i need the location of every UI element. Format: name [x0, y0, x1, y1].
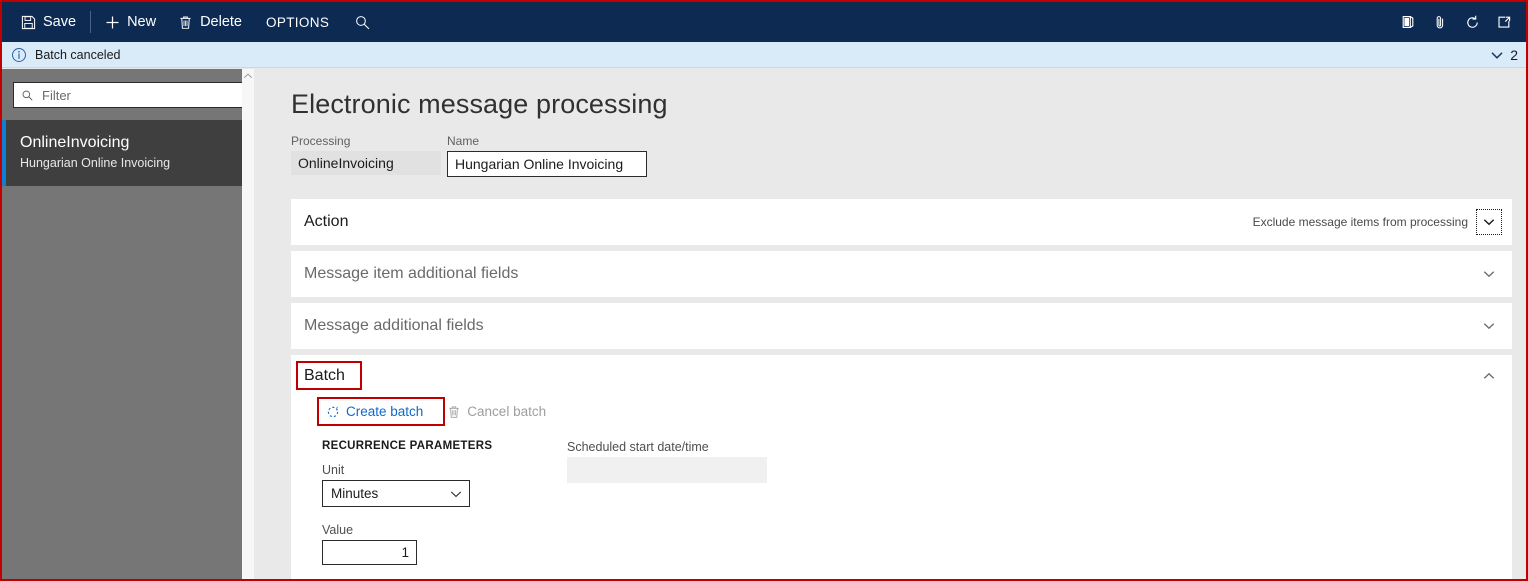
panel-batch-header[interactable]: Batch	[291, 355, 1512, 397]
chevron-down-icon	[1489, 47, 1505, 63]
create-batch-button[interactable]: Create batch	[322, 401, 427, 422]
message-count: 2	[1510, 46, 1518, 63]
main-content: Electronic message processing Processing…	[255, 69, 1526, 579]
sidebar-item-subtitle: Hungarian Online Invoicing	[20, 156, 171, 170]
search-input[interactable]	[40, 86, 235, 104]
panel-message-additional-fields: Message additional fields	[291, 303, 1512, 349]
filter-box[interactable]	[13, 82, 243, 108]
processing-field-group: Processing OnlineInvoicing	[291, 134, 441, 177]
search-button[interactable]	[342, 2, 382, 42]
name-field-group: Name	[447, 134, 647, 177]
message-bar: Batch canceled 2	[2, 42, 1526, 68]
cancel-batch-label: Cancel batch	[467, 404, 547, 419]
name-label: Name	[447, 134, 480, 148]
scheduled-column: Scheduled start date/time	[567, 440, 767, 565]
panel-message-header[interactable]: Message additional fields	[291, 303, 1512, 349]
chevron-down-icon[interactable]	[1476, 209, 1502, 235]
trash-icon	[178, 15, 193, 30]
page-title: Electronic message processing	[291, 89, 668, 119]
save-icon	[21, 15, 36, 30]
processing-label: Processing	[291, 134, 351, 148]
refresh-spinner-icon	[326, 405, 340, 419]
scheduled-start-input[interactable]	[567, 457, 767, 483]
value-label: Value	[322, 523, 354, 537]
filter-container	[2, 69, 254, 120]
unit-value: Minutes	[331, 486, 379, 501]
office-app-icon[interactable]	[1392, 2, 1424, 42]
save-label: Save	[43, 14, 77, 30]
info-icon	[11, 47, 27, 63]
message-bar-text: Batch canceled	[35, 47, 121, 62]
processing-value: OnlineInvoicing	[291, 151, 441, 175]
chevron-up-icon[interactable]	[1478, 365, 1500, 387]
delete-label: Delete	[200, 14, 242, 30]
new-label: New	[127, 14, 157, 30]
sidebar-item-title: OnlineInvoicing	[20, 134, 130, 151]
refresh-icon[interactable]	[1456, 2, 1488, 42]
panel-message-title: Message additional fields	[304, 317, 484, 334]
panel-message-item-title: Message item additional fields	[304, 265, 519, 282]
panel-action-title: Action	[304, 213, 349, 230]
trash-icon	[447, 405, 461, 419]
batch-action-bar: Create batch Cancel batch	[304, 397, 1499, 426]
delete-button[interactable]: Delete	[167, 2, 253, 42]
sidebar-list: OnlineInvoicing Hungarian Online Invoici…	[2, 120, 254, 186]
panel-batch-title: Batch	[304, 367, 345, 384]
sidebar: OnlineInvoicing Hungarian Online Invoici…	[2, 69, 254, 579]
chevron-down-icon[interactable]	[1478, 315, 1500, 337]
search-icon	[354, 14, 371, 31]
application-window: Save New Delete OPTIONS Batch canceled 2…	[0, 0, 1528, 581]
new-button[interactable]: New	[94, 2, 167, 42]
search-icon	[21, 89, 34, 102]
scheduled-start-label: Scheduled start date/time	[567, 440, 709, 454]
message-bar-expand[interactable]: 2	[1489, 47, 1518, 63]
sidebar-scrollbar[interactable]	[242, 69, 254, 579]
panel-action: Action Exclude message items from proces…	[291, 199, 1512, 245]
accordion-panels: Action Exclude message items from proces…	[291, 199, 1512, 579]
scroll-up-arrow-icon[interactable]	[242, 72, 254, 80]
sidebar-item-onlineinvoicing[interactable]: OnlineInvoicing Hungarian Online Invoici…	[2, 120, 242, 186]
panel-batch: Batch Create batch Cancel batch RECURREN…	[291, 355, 1512, 579]
recurrence-parameters-heading: RECURRENCE PARAMETERS	[322, 440, 493, 452]
plus-icon	[105, 15, 120, 30]
recurrence-parameters-column: RECURRENCE PARAMETERS Unit Minutes Value…	[322, 440, 567, 565]
panel-action-header[interactable]: Action Exclude message items from proces…	[291, 199, 1512, 245]
value-input[interactable]	[322, 540, 417, 565]
header-fields: Processing OnlineInvoicing Name	[291, 134, 1526, 177]
batch-parameters-grid: RECURRENCE PARAMETERS Unit Minutes Value…	[304, 422, 1499, 565]
unit-select[interactable]: Minutes	[322, 480, 470, 507]
panel-batch-body: Create batch Cancel batch RECURRENCE PAR…	[291, 397, 1512, 579]
command-bar: Save New Delete OPTIONS	[2, 2, 1526, 42]
options-button[interactable]: OPTIONS	[253, 2, 342, 42]
panel-action-summary: Exclude message items from processing	[1252, 215, 1468, 229]
unit-label: Unit	[322, 463, 345, 477]
attachment-icon[interactable]	[1424, 2, 1456, 42]
save-button[interactable]: Save	[10, 2, 87, 42]
chevron-down-icon[interactable]	[1478, 263, 1500, 285]
cancel-batch-button: Cancel batch	[443, 401, 550, 422]
open-in-new-window-icon[interactable]	[1488, 2, 1520, 42]
create-batch-label: Create batch	[346, 404, 424, 419]
command-bar-right-icons	[1392, 2, 1520, 42]
name-input[interactable]	[447, 151, 647, 177]
toolbar-divider	[90, 11, 92, 33]
panel-message-item-additional-fields: Message item additional fields	[291, 251, 1512, 297]
panel-message-item-header[interactable]: Message item additional fields	[291, 251, 1512, 297]
chevron-down-icon	[449, 487, 463, 501]
